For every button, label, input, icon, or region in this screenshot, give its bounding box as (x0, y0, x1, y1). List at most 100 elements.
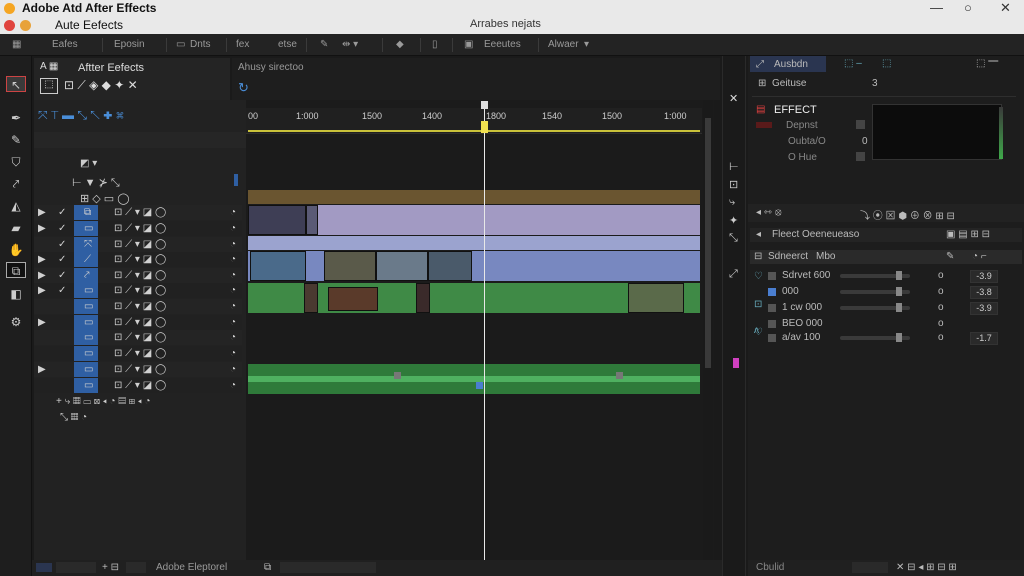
eraser-icon[interactable]: ▰ (6, 220, 26, 236)
layer-switches-icon[interactable]: ⊡ ⟋ ▾ ◪ ◯ (114, 283, 166, 298)
track-video-landscape[interactable] (248, 251, 700, 281)
expand-triangle-icon[interactable]: ▶ (38, 268, 46, 283)
layer-switches-icon[interactable]: ⊡ ⟋ ▾ ◪ ◯ (114, 330, 166, 345)
effect-section-header[interactable]: ◂ Fleect Oeeneueaso ▣ ▤ ⊞ ⊟ (750, 228, 1022, 242)
brush-icon[interactable]: ✒ (6, 110, 26, 126)
layer-row[interactable]: ▶ ✓ ⟋ ⊡ ⟋ ▾ ◪ ◯ ◔ (34, 252, 242, 267)
visibility-icon[interactable]: ✓ (58, 237, 66, 252)
keyframe[interactable] (394, 372, 401, 379)
minimize-window-button[interactable] (20, 20, 31, 31)
slider-knob[interactable] (896, 333, 902, 342)
file-icon[interactable]: ▯ (432, 39, 438, 50)
minimize-icon[interactable]: — (930, 0, 943, 15)
restore-icon[interactable]: ○ (964, 0, 972, 15)
close-icon[interactable]: ✕ (729, 92, 738, 105)
expand-triangle-icon[interactable]: ▶ (38, 362, 46, 377)
layout-icon[interactable]: ▣ (464, 39, 473, 50)
visibility-icon[interactable]: ✓ (58, 283, 66, 298)
keyframe-icon[interactable]: ♡ (754, 327, 763, 338)
expand-triangle-icon[interactable]: ▶ (38, 221, 46, 236)
tool-icon[interactable]: ⤢ (729, 268, 738, 281)
keyframe[interactable] (476, 382, 483, 389)
work-area-bar[interactable] (248, 130, 700, 132)
status-field[interactable] (126, 562, 146, 573)
panel-menu-icon[interactable]: ⬚ ⎻ (976, 58, 998, 69)
clip-thumbnail[interactable] (428, 251, 472, 281)
close-icon[interactable]: ✕ (1000, 0, 1011, 16)
menu-item-eeeutes[interactable]: Eeeutes (484, 39, 521, 50)
status-icons[interactable]: ✕ ⊟ ◂ ⊞ ⊟ ⊞ (896, 562, 957, 573)
property-keyframe-toggle[interactable]: o (938, 286, 944, 297)
panel-options-icon[interactable]: ⬚ (882, 58, 891, 69)
expand-icon[interactable]: ⬚ ‒ (844, 58, 862, 69)
playhead-handle[interactable] (481, 101, 488, 109)
zoom-slider[interactable] (280, 562, 376, 573)
render-icon[interactable]: ⧉ (264, 562, 271, 573)
pencil-icon[interactable]: ✎ (6, 132, 26, 148)
property-value-field[interactable]: -3.9 (970, 302, 998, 315)
grid-icon[interactable]: ▦ (12, 39, 21, 50)
expand-triangle-icon[interactable]: ▶ (38, 205, 46, 220)
tab-ausbdn[interactable]: ⤢ Ausbdn (750, 56, 826, 72)
property-value-field[interactable]: -3.9 (970, 270, 998, 283)
expand-triangle-icon[interactable]: ▶ (38, 252, 46, 267)
property-value-field[interactable]: -1.7 (970, 332, 998, 345)
property-swatch[interactable] (768, 288, 776, 296)
track-adjustment[interactable] (248, 190, 700, 204)
collapse-icon[interactable]: ◂ (756, 229, 761, 240)
property-swatch[interactable] (768, 320, 776, 328)
tool-icon[interactable]: ✦ (729, 214, 738, 227)
clip-thumbnail[interactable] (328, 287, 378, 311)
align-icon[interactable]: ⇹ ▾ (342, 39, 358, 50)
layer-switches-icon[interactable]: ⊡ ⟋ ▾ ◪ ◯ (114, 346, 166, 361)
parent-pickwhip-icon[interactable]: ◔ (230, 330, 236, 345)
clip-thumbnail[interactable] (250, 251, 306, 281)
timeline-scrollbar[interactable] (703, 100, 713, 570)
clip-thumbnail[interactable] (628, 283, 684, 313)
property-keyframe-toggle[interactable]: o (938, 270, 944, 281)
edit-icon[interactable]: ✎ (946, 251, 954, 262)
layer-switches-icon[interactable]: ⊡ ⟋ ▾ ◪ ◯ (114, 221, 166, 236)
layer-columns-icon[interactable]: ⊞ ◇ ▭ ◯ (80, 192, 130, 205)
layer-switches-icon[interactable]: ⊢ ▼ ⊁ ⤡ (72, 176, 120, 190)
slider-knob[interactable] (896, 303, 902, 312)
layer-row[interactable]: ✓ ⤧ ⊡ ⟋ ▾ ◪ ◯ ◔ (34, 237, 242, 252)
layer-switches-icon[interactable]: ⊡ ⟋ ▾ ◪ ◯ (114, 362, 166, 377)
layer-row[interactable]: ▶ ✓ ⧉ ⊡ ⟋ ▾ ◪ ◯ ◔ (34, 205, 242, 220)
keyframe[interactable] (616, 372, 623, 379)
layer-switches-icon[interactable]: ⊡ ⟋ ▾ ◪ ◯ (114, 268, 166, 283)
mask-icon[interactable]: ◆ (396, 39, 404, 50)
layer-row[interactable]: ▶ ▭ ⊡ ⟋ ▾ ◪ ◯ ◔ (34, 362, 242, 377)
menu-item-alwaer[interactable]: Alwaer (548, 39, 579, 50)
color-swatch-icon[interactable]: ◧ (6, 286, 26, 302)
parent-pickwhip-icon[interactable]: ◔ (230, 252, 236, 267)
settings-icon[interactable]: ⚙ (6, 314, 26, 330)
new-layer-icon[interactable]: ⬚ (40, 78, 58, 94)
expand-triangle-icon[interactable]: ▶ (38, 315, 46, 330)
keyframe-icon[interactable]: ⊡ (754, 299, 762, 310)
layer-switches-icon[interactable]: ⊡ ⟋ ▾ ◪ ◯ (114, 315, 166, 330)
status-field[interactable] (852, 562, 888, 573)
parent-pickwhip-icon[interactable]: ◔ (230, 283, 236, 298)
layer-switches-icon[interactable]: ⊡ ⟋ ▾ ◪ ◯ (114, 205, 166, 220)
property-swatch[interactable] (768, 334, 776, 342)
checkbox[interactable] (856, 120, 865, 129)
crop-icon[interactable]: ⧉ (6, 262, 26, 278)
property-keyframe-toggle[interactable]: o (938, 332, 944, 343)
selection-tool-icon[interactable]: ↖ (6, 76, 26, 92)
property-swatch[interactable] (768, 304, 776, 312)
layer-row[interactable]: ▭ ⊡ ⟋ ▾ ◪ ◯ ◔ (34, 346, 242, 361)
composition-tab[interactable]: Ahusy sirectoo ↻ (232, 58, 720, 100)
layer-row[interactable]: ▶ ▭ ⊡ ⟋ ▾ ◪ ◯ ◔ (34, 315, 242, 330)
stamp-icon[interactable]: ⛉ (6, 154, 26, 170)
bucket-icon[interactable]: ◭ (6, 198, 26, 214)
add-icon[interactable]: + ⊟ (102, 562, 119, 573)
checkbox[interactable] (856, 152, 865, 161)
chevron-down-icon[interactable]: ▾ (584, 39, 589, 50)
parent-pickwhip-icon[interactable]: ◔ (230, 378, 236, 393)
property-value[interactable]: 3 (872, 78, 878, 89)
property-value-field[interactable]: -3.8 (970, 286, 998, 299)
clip-thumbnail[interactable] (304, 283, 318, 313)
layer-switches-icon[interactable]: ⊡ ⟋ ▾ ◪ ◯ (114, 378, 166, 393)
property-keyframe-toggle[interactable]: o (938, 318, 944, 329)
